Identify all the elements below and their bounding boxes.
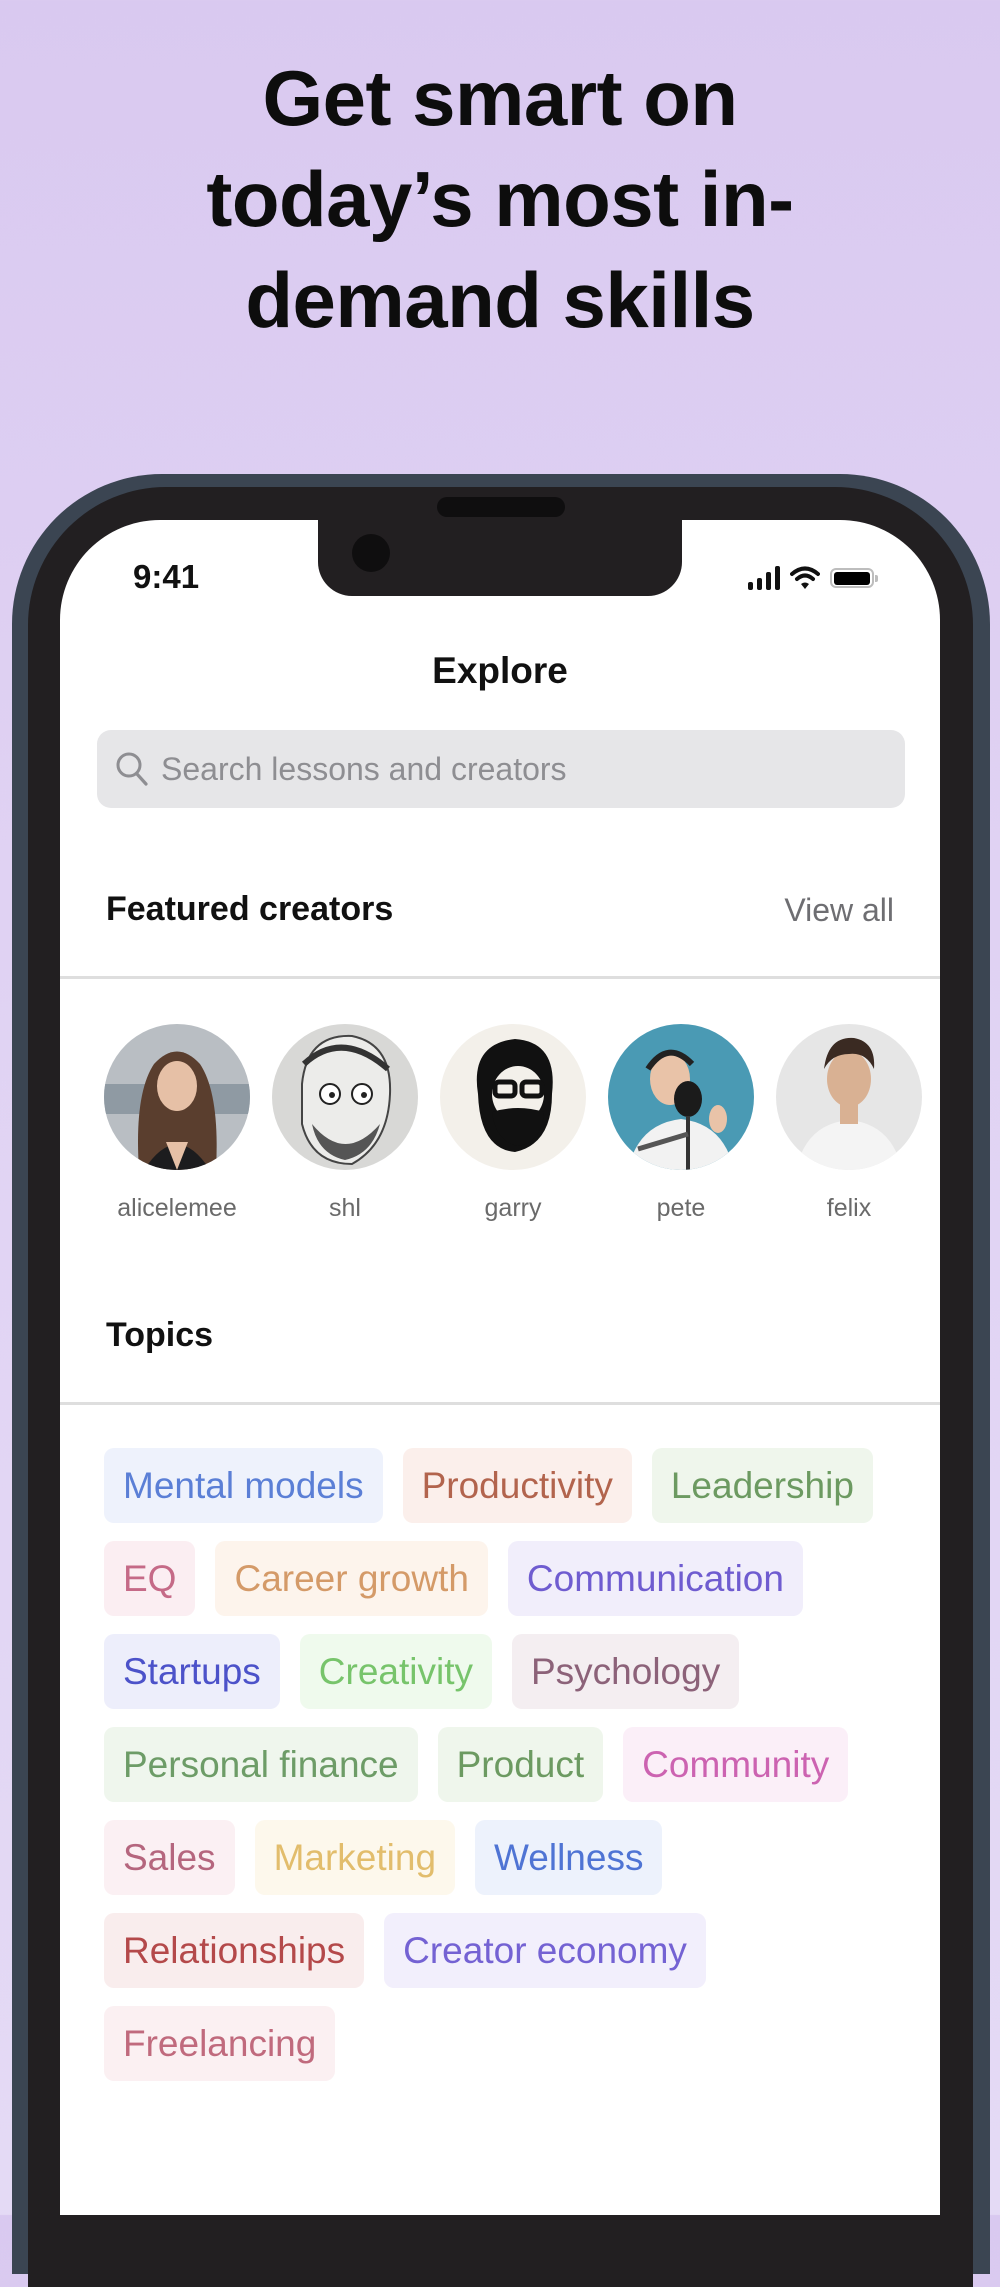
search-icon [116,752,148,786]
avatar [776,1024,922,1170]
search-bar[interactable] [97,730,905,808]
creators-row: alicelemee shl garry pete felix [104,1024,922,1223]
creator-garry[interactable]: garry [440,1024,586,1223]
creator-pete[interactable]: pete [608,1024,754,1223]
topic-pill[interactable]: Relationships [104,1913,365,1988]
topic-pill[interactable]: EQ [104,1541,196,1616]
promo-headline: Get smart on today’s most in- demand ski… [0,48,1000,351]
topic-pill[interactable]: Marketing [254,1820,456,1895]
creator-name: shl [329,1194,361,1222]
page-title: Explore [432,650,568,691]
topic-pill[interactable]: Freelancing [104,2006,336,2081]
headline-line-3: demand skills [245,256,755,344]
topic-pill[interactable]: Wellness [475,1820,663,1895]
topic-pill[interactable]: Productivity [402,1448,632,1523]
topic-pill[interactable]: Career growth [215,1541,488,1616]
topic-pill[interactable]: Community [623,1727,849,1802]
wifi-icon [790,566,820,589]
creator-alicelemee[interactable]: alicelemee [104,1024,250,1223]
creator-name: alicelemee [117,1194,237,1222]
creator-name: garry [484,1194,542,1222]
phone-speaker [437,497,565,517]
headline-line-1: Get smart on [262,54,738,142]
creator-name: felix [826,1194,872,1222]
featured-creators-title: Featured creators [106,890,394,928]
view-all-link[interactable]: View all [784,892,894,929]
battery-icon [830,568,878,588]
topic-pill[interactable]: Startups [104,1634,280,1709]
avatar [104,1024,250,1170]
cellular-signal-icon [748,566,780,590]
status-icons [748,566,878,590]
topics-list: Mental models Productivity Leadership EQ… [104,1448,904,2081]
avatar [608,1024,754,1170]
search-input[interactable] [159,749,863,789]
featured-divider [60,976,940,979]
creator-felix[interactable]: felix [776,1024,922,1223]
topics-divider [60,1402,940,1405]
topic-pill[interactable]: Creativity [299,1634,492,1709]
avatar [440,1024,586,1170]
topic-pill[interactable]: Mental models [104,1448,383,1523]
topic-pill[interactable]: Personal finance [104,1727,418,1802]
front-camera [352,534,390,572]
topic-pill[interactable]: Product [437,1727,604,1802]
headline-line-2: today’s most in- [206,155,794,243]
creator-shl[interactable]: shl [272,1024,418,1223]
creator-name: pete [656,1194,706,1222]
topic-pill[interactable]: Communication [507,1541,803,1616]
topic-pill[interactable]: Sales [104,1820,235,1895]
topic-pill[interactable]: Psychology [512,1634,740,1709]
topic-pill[interactable]: Leadership [651,1448,873,1523]
avatar [272,1024,418,1170]
topic-pill[interactable]: Creator economy [384,1913,706,1988]
status-time: 9:41 [133,558,200,595]
topics-title: Topics [106,1316,214,1354]
